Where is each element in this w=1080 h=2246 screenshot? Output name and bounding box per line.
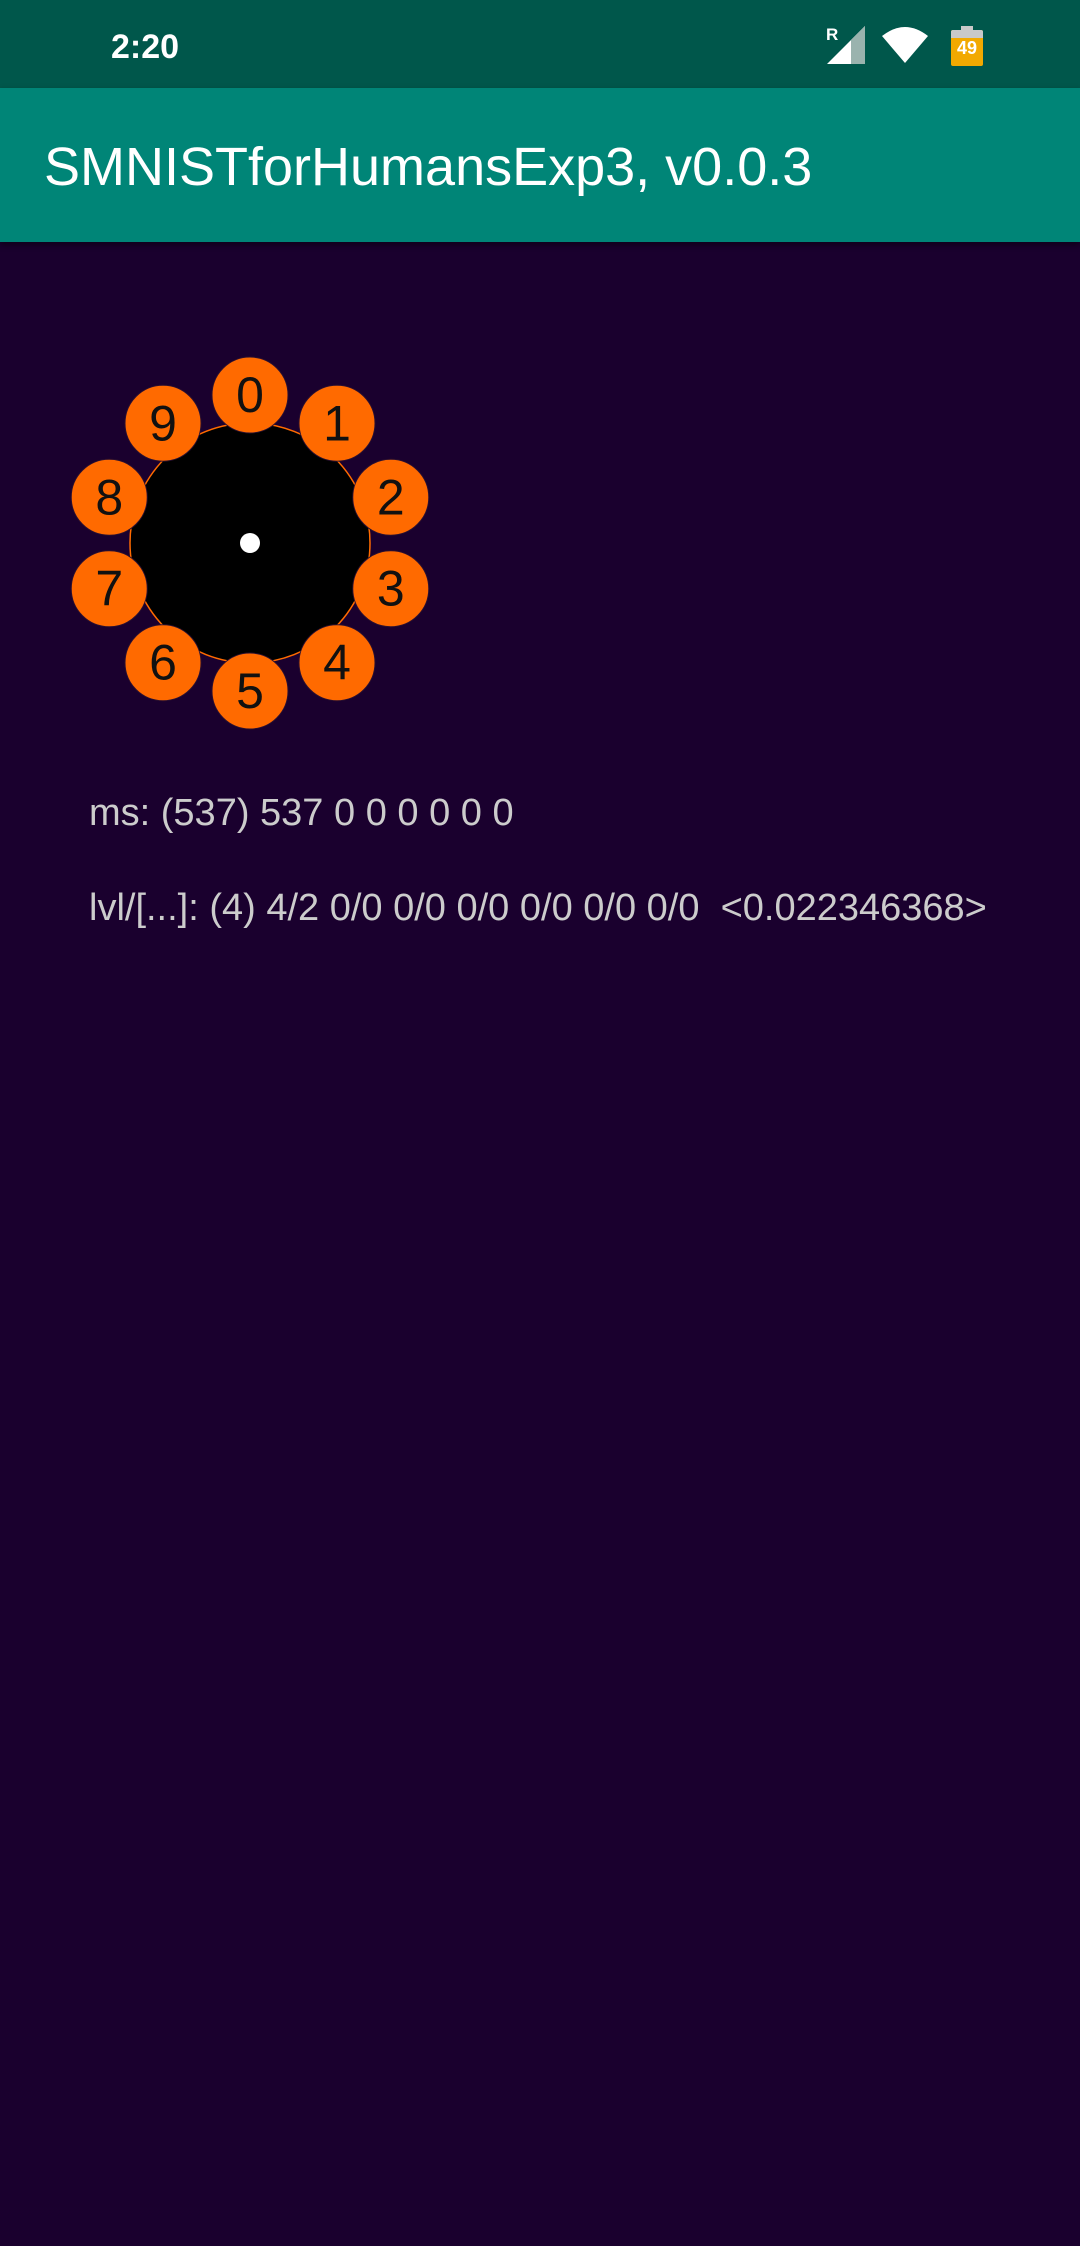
digit-label: 6: [149, 635, 177, 691]
digit-label: 8: [95, 469, 123, 525]
digit-button-7[interactable]: 7: [70, 550, 148, 628]
digit-label: 4: [323, 635, 351, 691]
digit-button-0[interactable]: 0: [211, 356, 289, 434]
digit-label: 0: [236, 367, 264, 423]
battery-icon: 49: [951, 26, 983, 68]
digit-button-9[interactable]: 9: [124, 384, 202, 462]
digit-label: 9: [149, 395, 177, 451]
digit-label: 3: [377, 561, 405, 617]
digit-label: 5: [236, 663, 264, 719]
app-title: SMNISTforHumansExp3, v0.0.3: [44, 137, 813, 197]
digit-button-1[interactable]: 1: [298, 384, 376, 462]
digit-label: 1: [323, 395, 351, 451]
battery-level: 49: [956, 38, 978, 58]
status-bar: 2:20 R 49: [0, 0, 1080, 88]
status-icons: R 49: [825, 24, 1005, 66]
center-dot: [240, 533, 260, 553]
digit-label: 2: [377, 469, 405, 525]
signal-icon: R: [826, 25, 865, 64]
digit-button-8[interactable]: 8: [70, 458, 148, 536]
digit-button-2[interactable]: 2: [352, 458, 430, 536]
digit-dial[interactable]: 0 12 34 5 67 89: [60, 345, 440, 745]
lvl-readout: lvl/[...]: (4) 4/2 0/0 0/0 0/0 0/0 0/0 0…: [89, 887, 987, 929]
status-time: 2:20: [111, 28, 180, 66]
digit-button-6[interactable]: 6: [124, 624, 202, 702]
digit-button-4[interactable]: 4: [298, 624, 376, 702]
ms-readout: ms: (537) 537 0 0 0 0 0 0: [89, 792, 514, 834]
app-bar: SMNISTforHumansExp3, v0.0.3: [0, 88, 1080, 242]
digit-button-5[interactable]: 5: [211, 652, 289, 730]
digit-label: 7: [95, 561, 123, 617]
signal-badge: R: [826, 25, 838, 44]
wifi-icon: [882, 27, 928, 63]
digit-button-3[interactable]: 3: [352, 550, 430, 628]
